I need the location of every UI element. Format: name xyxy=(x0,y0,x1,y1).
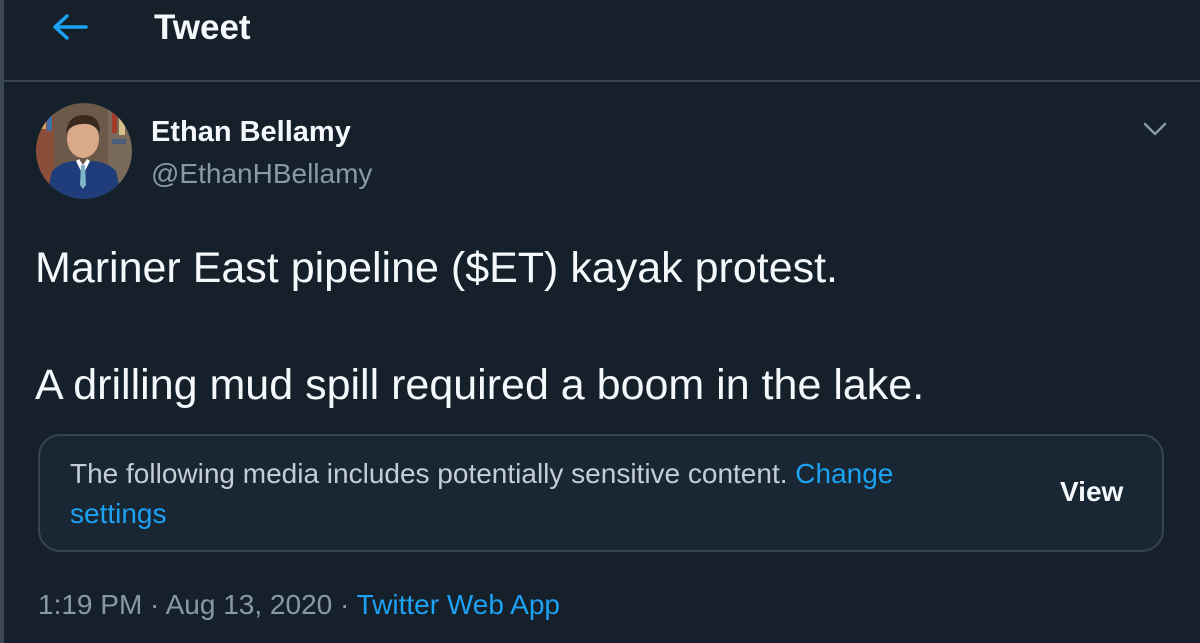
meta-separator: · xyxy=(332,589,357,620)
sensitive-media-message: The following media includes potentially… xyxy=(70,454,970,534)
tweet-text-line-2: A drilling mud spill required a boom in … xyxy=(35,361,925,409)
sensitive-media-text: The following media includes potentially… xyxy=(70,458,788,489)
tweet-page: Tweet Ethan Bellamy @EthanHBellamy Marin… xyxy=(0,0,1200,643)
tweet-source-link[interactable]: Twitter Web App xyxy=(357,589,560,620)
left-border xyxy=(0,0,4,643)
tweet-date[interactable]: Aug 13, 2020 xyxy=(166,589,333,620)
sensitive-media-warning: The following media includes potentially… xyxy=(38,434,1164,552)
chevron-down-icon xyxy=(1143,122,1167,136)
avatar[interactable] xyxy=(36,103,132,199)
page-title: Tweet xyxy=(154,8,251,47)
author-handle[interactable]: @EthanHBellamy xyxy=(151,156,372,192)
avatar-image xyxy=(36,103,132,199)
meta-separator: · xyxy=(142,589,166,620)
view-media-button[interactable]: View xyxy=(1060,474,1123,510)
tweet-meta: 1:19 PM · Aug 13, 2020 · Twitter Web App xyxy=(38,586,560,624)
arrow-left-icon xyxy=(53,14,88,40)
header-bar: Tweet xyxy=(4,0,1200,82)
more-options-button[interactable] xyxy=(1138,112,1172,146)
author-name[interactable]: Ethan Bellamy xyxy=(151,114,351,150)
tweet-text-line-1: Mariner East pipeline ($ET) kayak protes… xyxy=(35,244,838,292)
back-button[interactable] xyxy=(48,10,92,44)
tweet-time[interactable]: 1:19 PM xyxy=(38,589,142,620)
